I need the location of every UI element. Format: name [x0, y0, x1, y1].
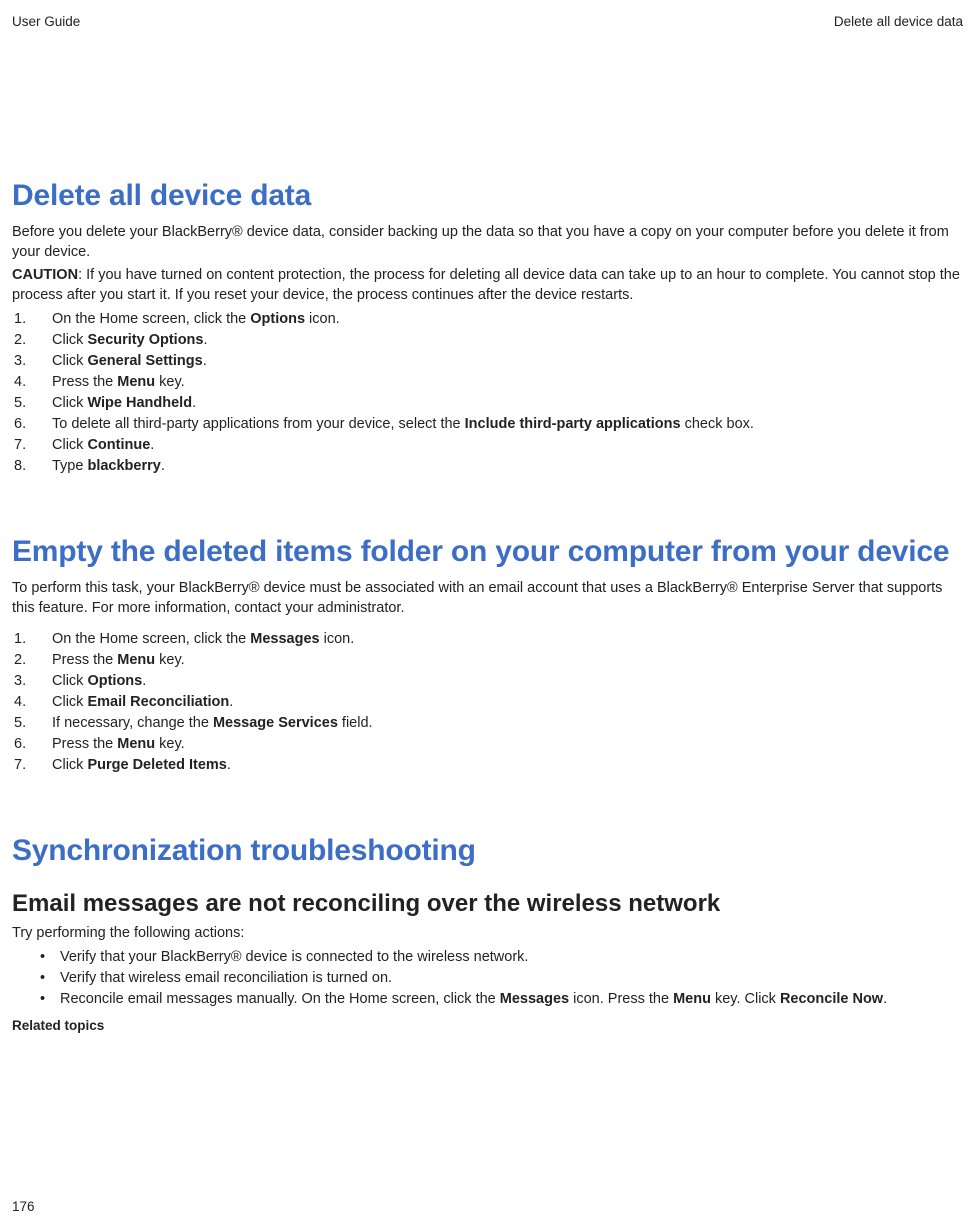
step-text: Click: [52, 353, 87, 369]
step-bold: Security Options: [87, 332, 203, 348]
bullet-item: Verify that your BlackBerry® device is c…: [12, 947, 963, 968]
step-text: .: [203, 353, 207, 369]
step-text: .: [229, 694, 233, 710]
bullet-item: Verify that wireless email reconciliatio…: [12, 968, 963, 989]
steps-list-1: On the Home screen, click the Options ic…: [12, 309, 963, 477]
step-text: On the Home screen, click the: [52, 311, 250, 327]
page-header: User Guide Delete all device data: [12, 14, 963, 29]
step-bold: Messages: [250, 631, 319, 647]
step-bold: Continue: [87, 437, 150, 453]
step-text: .: [142, 673, 146, 689]
bullet-text: icon. Press the: [569, 991, 673, 1007]
caution-body: : If you have turned on content protecti…: [12, 267, 960, 303]
step-text: Click: [52, 332, 87, 348]
step-text: field.: [338, 715, 373, 731]
step-text: Click: [52, 395, 87, 411]
step-item: If necessary, change the Message Service…: [12, 713, 963, 734]
step-text: key.: [155, 736, 185, 752]
step-text: check box.: [681, 416, 754, 432]
step-bold: Options: [250, 311, 305, 327]
step-text: Click: [52, 437, 87, 453]
step-text: icon.: [320, 631, 355, 647]
step-text: On the Home screen, click the: [52, 631, 250, 647]
step-text: Click: [52, 694, 87, 710]
step-bold: Menu: [117, 736, 155, 752]
step-bold: Options: [87, 673, 142, 689]
step-text: Press the: [52, 652, 117, 668]
step-text: If necessary, change the: [52, 715, 213, 731]
subsection-title-not-reconciling: Email messages are not reconciling over …: [12, 890, 963, 918]
bullet-bold: Menu: [673, 991, 711, 1007]
step-bold: Wipe Handheld: [87, 395, 192, 411]
step-item: Click Security Options.: [12, 330, 963, 351]
step-text: key.: [155, 374, 185, 390]
intro-text: Before you delete your BlackBerry® devic…: [12, 223, 963, 262]
bullet-bold: Reconcile Now: [780, 991, 883, 1007]
step-text: To delete all third-party applications f…: [52, 416, 465, 432]
step-item: Click Email Reconciliation.: [12, 692, 963, 713]
step-item: Click Wipe Handheld.: [12, 393, 963, 414]
bullet-bold: Messages: [500, 991, 569, 1007]
step-text: .: [192, 395, 196, 411]
step-item: To delete all third-party applications f…: [12, 414, 963, 435]
related-topics-label: Related topics: [12, 1018, 963, 1033]
step-item: Type blackberry.: [12, 456, 963, 477]
step-item: Press the Menu key.: [12, 734, 963, 755]
page: User Guide Delete all device data Delete…: [0, 0, 975, 1228]
step-bold: Email Reconciliation: [87, 694, 229, 710]
step-text: Click: [52, 757, 87, 773]
step-bold: Purge Deleted Items: [87, 757, 226, 773]
steps-list-2: On the Home screen, click the Messages i…: [12, 629, 963, 776]
step-text: Click: [52, 673, 87, 689]
step-item: Press the Menu key.: [12, 372, 963, 393]
header-left: User Guide: [12, 14, 80, 29]
step-item: Click Continue.: [12, 435, 963, 456]
step-item: Click Purge Deleted Items.: [12, 755, 963, 776]
step-text: .: [227, 757, 231, 773]
step-text: Press the: [52, 736, 117, 752]
caution-text: CAUTION: If you have turned on content p…: [12, 266, 963, 305]
intro-text-3: Try performing the following actions:: [12, 924, 963, 944]
step-text: .: [150, 437, 154, 453]
step-bold: Message Services: [213, 715, 338, 731]
step-text: Type: [52, 458, 87, 474]
step-text: key.: [155, 652, 185, 668]
intro-text-2: To perform this task, your BlackBerry® d…: [12, 579, 963, 618]
main-content: Delete all device data Before you delete…: [12, 29, 963, 1033]
bullet-item: Reconcile email messages manually. On th…: [12, 989, 963, 1010]
bullet-text: Reconcile email messages manually. On th…: [60, 991, 500, 1007]
step-text: .: [203, 332, 207, 348]
bullet-text: .: [883, 991, 887, 1007]
step-bold: Menu: [117, 652, 155, 668]
page-number: 176: [12, 1199, 35, 1214]
step-bold: Menu: [117, 374, 155, 390]
step-bold: General Settings: [87, 353, 202, 369]
step-item: Click General Settings.: [12, 351, 963, 372]
section-title-sync-troubleshooting: Synchronization troubleshooting: [12, 834, 963, 868]
bullet-text: key. Click: [711, 991, 780, 1007]
step-text: Press the: [52, 374, 117, 390]
section-title-delete-all: Delete all device data: [12, 179, 963, 213]
header-right: Delete all device data: [834, 14, 963, 29]
step-item: On the Home screen, click the Messages i…: [12, 629, 963, 650]
caution-label: CAUTION: [12, 267, 78, 283]
step-bold: blackberry: [87, 458, 160, 474]
step-item: Press the Menu key.: [12, 650, 963, 671]
bullet-list: Verify that your BlackBerry® device is c…: [12, 947, 963, 1010]
step-text: .: [161, 458, 165, 474]
step-bold: Include third-party applications: [465, 416, 681, 432]
section-title-empty-deleted: Empty the deleted items folder on your c…: [12, 535, 963, 569]
step-item: On the Home screen, click the Options ic…: [12, 309, 963, 330]
step-text: icon.: [305, 311, 340, 327]
step-item: Click Options.: [12, 671, 963, 692]
